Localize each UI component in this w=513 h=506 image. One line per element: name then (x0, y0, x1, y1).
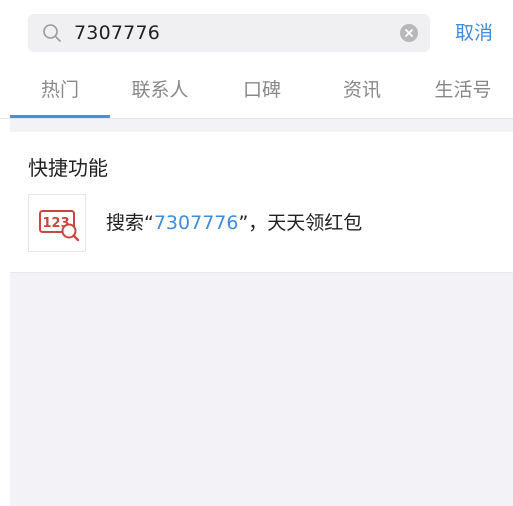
tab-active-indicator (10, 115, 110, 118)
quick-text-query: 7307776 (153, 212, 239, 234)
tab-bar: 热门 联系人 口碑 资讯 生活号 (0, 63, 513, 119)
search-box[interactable]: 7307776 (28, 14, 430, 52)
quick-text-suffix: ”，天天领红包 (238, 212, 363, 234)
tab-news[interactable]: 资讯 (312, 63, 412, 118)
quick-text-prefix: 搜索“ (106, 212, 154, 234)
empty-area (10, 273, 513, 506)
cancel-button[interactable]: 取消 (448, 14, 500, 52)
tab-hot[interactable]: 热门 (10, 63, 110, 118)
quick-search-link[interactable]: 搜索“7307776”，天天领红包 (106, 208, 362, 235)
search-icon (43, 24, 61, 42)
search-bar: 7307776 取消 (0, 0, 513, 62)
tab-life-account[interactable]: 生活号 (413, 63, 513, 118)
tab-contacts[interactable]: 联系人 (110, 63, 210, 118)
tab-koubei[interactable]: 口碑 (212, 63, 312, 118)
section-separator (10, 119, 513, 132)
clear-icon[interactable] (400, 24, 418, 42)
number-search-icon-graphic: 123 (39, 210, 80, 242)
search-page: 7307776 取消 热门 联系人 口碑 资讯 生活号 快捷功能 123 搜索“… (0, 0, 513, 506)
section-title: 快捷功能 (28, 156, 108, 180)
search-input[interactable]: 7307776 (74, 14, 394, 52)
number-search-icon[interactable]: 123 (28, 194, 86, 252)
quick-functions-section: 快捷功能 123 搜索“7307776”，天天领红包 (10, 132, 513, 273)
